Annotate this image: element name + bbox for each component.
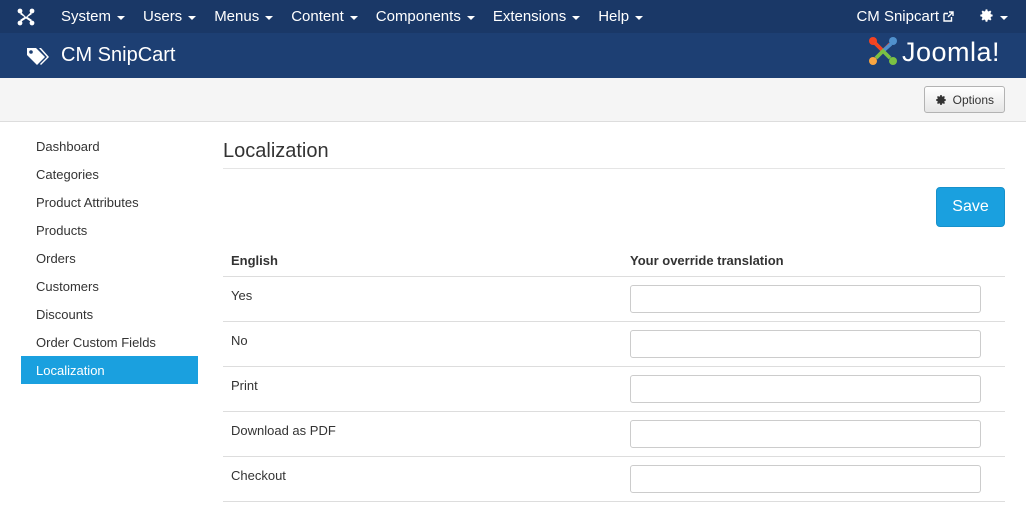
override-cell: [622, 366, 1005, 412]
menu-label: Users: [143, 8, 183, 25]
gear-icon: [935, 94, 947, 106]
page-header-title: CM SnipCart: [61, 44, 176, 66]
caret-down-icon: [265, 15, 274, 20]
caret-down-icon: [188, 15, 197, 20]
menu-extensions[interactable]: Extensions: [484, 0, 589, 33]
sidebar-item-orders[interactable]: Orders: [21, 244, 198, 272]
caret-down-icon: [1000, 15, 1008, 20]
sidebar-item-label: Orders: [36, 250, 76, 266]
column-header-english: English: [223, 245, 622, 277]
sidebar-item-label: Customers: [36, 278, 99, 294]
menu-menus[interactable]: Menus: [205, 0, 282, 33]
site-link[interactable]: CM Snipcart: [847, 0, 963, 33]
table-row: Checkout: [223, 456, 1005, 502]
english-text: Download as PDF: [223, 411, 622, 457]
menu-label: Help: [598, 8, 630, 25]
menu-label: Menus: [214, 8, 260, 25]
joomla-brand-text: Joomla!: [901, 37, 1000, 67]
menu-label: Components: [375, 8, 461, 25]
site-link-label: CM Snipcart: [856, 8, 939, 25]
sidebar: Dashboard Categories Product Attributes …: [21, 132, 198, 384]
localization-table: English Your override translation Yes No…: [223, 245, 1005, 502]
sidebar-item-products[interactable]: Products: [21, 216, 198, 244]
override-cell: [622, 276, 1005, 322]
menu-content[interactable]: Content: [282, 0, 367, 33]
override-translation-input[interactable]: [630, 374, 981, 403]
english-text: No: [223, 321, 622, 367]
sidebar-item-label: Products: [36, 222, 88, 238]
sidebar-item-order-custom-fields[interactable]: Order Custom Fields: [21, 328, 198, 356]
sidebar-item-dashboard[interactable]: Dashboard: [21, 132, 198, 160]
sidebar-item-label: Order Custom Fields: [36, 334, 156, 350]
english-text: Checkout: [223, 456, 622, 502]
sidebar-item-product-attributes[interactable]: Product Attributes: [21, 188, 198, 216]
sidebar-item-localization[interactable]: Localization: [21, 356, 198, 384]
caret-down-icon: [117, 15, 126, 20]
menu-label: Extensions: [492, 8, 567, 25]
external-link-icon: [943, 11, 954, 22]
page-title: Localization: [223, 140, 329, 162]
gear-icon: [979, 8, 994, 26]
sidebar-item-label: Localization: [36, 362, 105, 378]
override-translation-input[interactable]: [630, 464, 981, 493]
override-translation-input[interactable]: [630, 419, 981, 448]
table-row: No: [223, 321, 1005, 367]
divider: [223, 168, 1005, 169]
menu-components[interactable]: Components: [367, 0, 484, 33]
sidebar-item-customers[interactable]: Customers: [21, 272, 198, 300]
top-navbar: System Users Menus Content Components Ex…: [0, 0, 1026, 33]
tag-icon: [25, 46, 49, 66]
menu-help[interactable]: Help: [589, 0, 652, 33]
caret-down-icon: [466, 15, 475, 20]
sidebar-item-label: Product Attributes: [36, 194, 139, 210]
sidebar-item-categories[interactable]: Categories: [21, 160, 198, 188]
menu-label: Content: [291, 8, 344, 25]
joomla-brand: Joomla!: [868, 36, 1000, 69]
override-cell: [622, 321, 1005, 367]
joomla-logo-icon[interactable]: [0, 0, 52, 33]
override-cell: [622, 411, 1005, 457]
column-header-override: Your override translation: [622, 245, 1005, 277]
caret-down-icon: [572, 15, 581, 20]
table-row: Download as PDF: [223, 411, 1005, 457]
menu-system[interactable]: System: [52, 0, 134, 33]
sidebar-item-label: Dashboard: [36, 138, 100, 154]
user-settings-menu[interactable]: [963, 8, 1014, 26]
override-translation-input[interactable]: [630, 284, 981, 313]
save-button[interactable]: Save: [936, 187, 1005, 227]
override-cell: [622, 456, 1005, 502]
sidebar-item-label: Categories: [36, 166, 99, 182]
menu-users[interactable]: Users: [134, 0, 205, 33]
caret-down-icon: [635, 15, 644, 20]
component-header: CM SnipCart Joomla!: [0, 33, 1026, 78]
table-header-row: English Your override translation: [223, 245, 1005, 277]
toolbar: Options: [0, 78, 1026, 122]
table-row: Yes: [223, 276, 1005, 322]
joomla-brand-logo-icon: [868, 36, 898, 69]
sidebar-item-label: Discounts: [36, 306, 94, 322]
sidebar-item-discounts[interactable]: Discounts: [21, 300, 198, 328]
override-translation-input[interactable]: [630, 329, 981, 358]
caret-down-icon: [349, 15, 358, 20]
table-row: Print: [223, 366, 1005, 412]
options-label: Options: [952, 92, 994, 107]
english-text: Yes: [223, 276, 622, 322]
menu-label: System: [61, 8, 112, 25]
options-button[interactable]: Options: [923, 86, 1005, 113]
english-text: Print: [223, 366, 622, 412]
